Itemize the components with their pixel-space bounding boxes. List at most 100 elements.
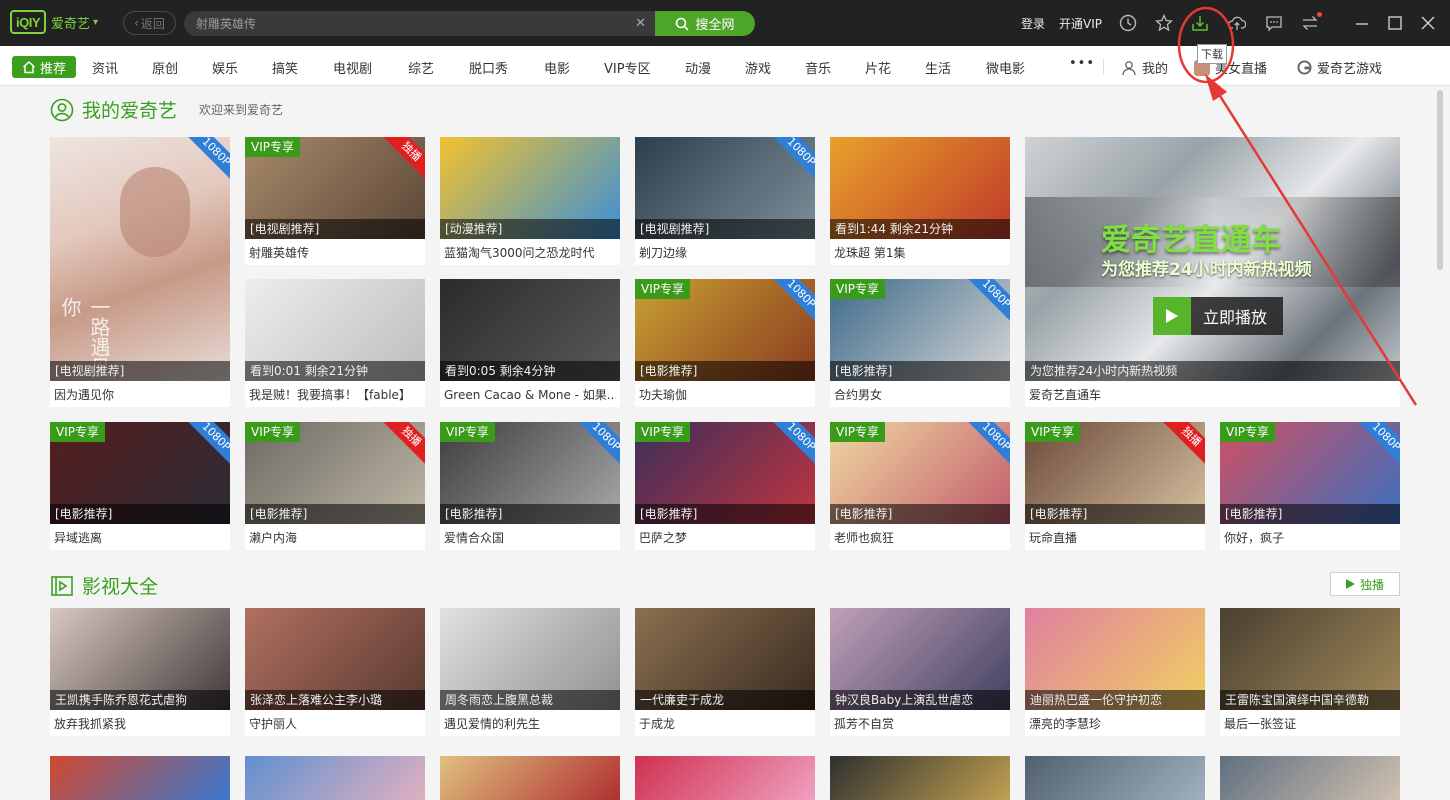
- app-logo[interactable]: iQIY 爱奇艺 ▾: [10, 10, 98, 34]
- nav-item-movie[interactable]: 电影: [544, 58, 570, 77]
- video-card[interactable]: 1080P [电视剧推荐] 剃刀边缘: [635, 137, 815, 265]
- nav-item-tv[interactable]: 电视剧: [333, 58, 372, 77]
- card-title: 爱奇艺直通车: [1029, 388, 1102, 402]
- login-link[interactable]: 登录: [1021, 15, 1045, 32]
- nav-mine[interactable]: 我的: [1121, 58, 1168, 77]
- nav-item-trailer[interactable]: 片花: [865, 58, 891, 77]
- play-now-label: 立即播放: [1203, 308, 1268, 327]
- nav-item-variety[interactable]: 综艺: [408, 58, 434, 77]
- video-card-thumbnail[interactable]: [245, 756, 425, 800]
- clear-icon[interactable]: ✕: [635, 16, 646, 31]
- close-icon[interactable]: [1416, 11, 1440, 35]
- card-title: 遇见爱情的利先生: [444, 717, 541, 731]
- nav-item-news[interactable]: 资讯: [92, 58, 118, 77]
- video-card-thumbnail[interactable]: [440, 756, 620, 800]
- nav-item-game[interactable]: 游戏: [745, 58, 771, 77]
- video-card[interactable]: 张泽恋上落难公主李小璐 守护丽人: [245, 608, 425, 736]
- download-tooltip: 下载: [1197, 44, 1227, 64]
- card-caption: [电影推荐]: [635, 504, 815, 524]
- video-card[interactable]: 王雷陈宝国演绎中国辛德勒 最后一张签证: [1220, 608, 1400, 736]
- video-card-thumbnail[interactable]: [635, 756, 815, 800]
- nav-divider: [1103, 59, 1104, 75]
- search-button[interactable]: 搜全网: [655, 11, 755, 36]
- video-card[interactable]: VIP专享 1080P [电影推荐] 功夫瑜伽: [635, 279, 815, 407]
- nav-item-original[interactable]: 原创: [152, 58, 178, 77]
- video-card[interactable]: 钟汉良Baby上演乱世虐恋 孤芳不自赏: [830, 608, 1010, 736]
- card-title: 玩命直播: [1029, 531, 1078, 545]
- nav-item-life[interactable]: 生活: [925, 58, 951, 77]
- video-card[interactable]: 王凯携手陈乔恩花式虐狗放弃我抓紧我: [50, 608, 230, 736]
- video-card[interactable]: 迪丽热巴盛一伦守护初恋 漂亮的李慧珍: [1025, 608, 1205, 736]
- video-card[interactable]: 周冬雨恋上腹黑总裁 遇见爱情的利先生: [440, 608, 620, 736]
- history-icon[interactable]: [1116, 11, 1140, 35]
- card-title: 蓝猫淘气3000问之恐龙时代: [444, 246, 595, 260]
- vip-badge: VIP专享: [245, 422, 300, 442]
- nav-game-label: 爱奇艺游戏: [1317, 62, 1383, 77]
- exclusive-button[interactable]: 独播: [1330, 572, 1400, 596]
- video-card[interactable]: 一代廉吏于成龙 于成龙: [635, 608, 815, 736]
- nav-home-label: 推荐: [39, 61, 66, 77]
- video-card-thumbnail[interactable]: [50, 756, 230, 800]
- nav-item-music[interactable]: 音乐: [805, 58, 831, 77]
- play-icon: [1345, 579, 1355, 589]
- play-now-button[interactable]: 立即播放: [1153, 297, 1283, 335]
- vip-badge: VIP专享: [245, 137, 300, 157]
- chevron-down-icon[interactable]: ▾: [93, 17, 98, 28]
- card-caption: 钟汉良Baby上演乱世虐恋: [830, 690, 1010, 710]
- nav-home-recommend[interactable]: 推荐: [12, 56, 76, 78]
- back-label: 返回: [140, 16, 165, 31]
- transfer-icon[interactable]: [1298, 11, 1322, 35]
- card-caption: [电影推荐]: [1025, 504, 1205, 524]
- video-card[interactable]: VIP专享 1080P [电影推荐] 异域逃离: [50, 422, 230, 550]
- video-card-thumbnail[interactable]: [1220, 756, 1400, 800]
- hero-card[interactable]: 爱奇艺直通车 为您推荐24小时内新热视频 立即播放 为您推荐24小时内新热视频 …: [1025, 137, 1400, 407]
- nav-item-ent[interactable]: 娱乐: [212, 58, 238, 77]
- download-icon[interactable]: [1188, 11, 1212, 35]
- video-card[interactable]: 看到0:05 剩余4分钟 Green Cacao & Mone - 如果...: [440, 279, 620, 407]
- video-card-thumbnail[interactable]: [1025, 756, 1205, 800]
- nav-item-funny[interactable]: 搞笑: [272, 58, 298, 77]
- message-icon[interactable]: [1262, 11, 1286, 35]
- video-card[interactable]: 看到0:01 剩余21分钟 我是贼！我要搞事！【fable】: [245, 279, 425, 407]
- featured-card[interactable]: 一路遇见你 1080P [电视剧推荐] 因为遇见你: [50, 137, 230, 407]
- vip-badge: VIP专享: [1220, 422, 1275, 442]
- video-card[interactable]: VIP专享 独播 [电视剧推荐] 射雕英雄传: [245, 137, 425, 265]
- vip-badge: VIP专享: [1025, 422, 1080, 442]
- scrollbar[interactable]: [1437, 90, 1443, 270]
- video-card[interactable]: VIP专享 独播 [电影推荐] 玩命直播: [1025, 422, 1205, 550]
- back-button[interactable]: ‹ 返回: [123, 11, 176, 35]
- video-card[interactable]: VIP专享 1080P [电影推荐] 爱情合众国: [440, 422, 620, 550]
- play-icon: [1153, 297, 1191, 335]
- card-title: 异域逃离: [54, 531, 103, 545]
- upload-cloud-icon[interactable]: [1225, 11, 1249, 35]
- nav-item-talkshow[interactable]: 脱口秀: [469, 58, 508, 77]
- home-icon: [23, 61, 35, 74]
- nav-iqiyi-game[interactable]: 爱奇艺游戏: [1297, 58, 1382, 77]
- maximize-icon[interactable]: [1383, 11, 1407, 35]
- search-button-label: 搜全网: [695, 18, 735, 33]
- minimize-icon[interactable]: [1350, 11, 1374, 35]
- video-card[interactable]: VIP专享 独播 [电影推荐] 濑户内海: [245, 422, 425, 550]
- video-card[interactable]: VIP专享 1080P [电影推荐] 合约男女: [830, 279, 1010, 407]
- card-title: 濑户内海: [249, 531, 298, 545]
- video-card[interactable]: VIP专享 1080P [电影推荐] 你好，疯子: [1220, 422, 1400, 550]
- star-icon[interactable]: [1152, 11, 1176, 35]
- card-title: 巴萨之梦: [639, 531, 688, 545]
- vip-link[interactable]: 开通VIP: [1059, 15, 1102, 32]
- card-caption: 王凯携手陈乔恩花式虐狗: [50, 690, 230, 710]
- video-card[interactable]: VIP专享 1080P [电影推荐] 老师也疯狂: [830, 422, 1010, 550]
- nav-item-microfilm[interactable]: 微电影: [986, 58, 1025, 77]
- card-caption: [电影推荐]: [830, 361, 1010, 381]
- card-title: 放弃我抓紧我: [54, 717, 127, 731]
- video-card-thumbnail[interactable]: [830, 756, 1010, 800]
- card-caption: [电影推荐]: [830, 504, 1010, 524]
- video-card[interactable]: [动漫推荐] 蓝猫淘气3000问之恐龙时代: [440, 137, 620, 265]
- nav-item-anime[interactable]: 动漫: [685, 58, 711, 77]
- search-input[interactable]: [196, 11, 626, 36]
- exclusive-label: 独播: [1359, 577, 1384, 592]
- card-caption: 王雷陈宝国演绎中国辛德勒: [1220, 690, 1400, 710]
- more-icon[interactable]: •••: [1069, 56, 1095, 71]
- nav-item-vip[interactable]: VIP专区: [604, 58, 651, 77]
- video-card[interactable]: VIP专享 1080P [电影推荐] 巴萨之梦: [635, 422, 815, 550]
- video-card[interactable]: 看到1:44 剩余21分钟 龙珠超 第1集: [830, 137, 1010, 265]
